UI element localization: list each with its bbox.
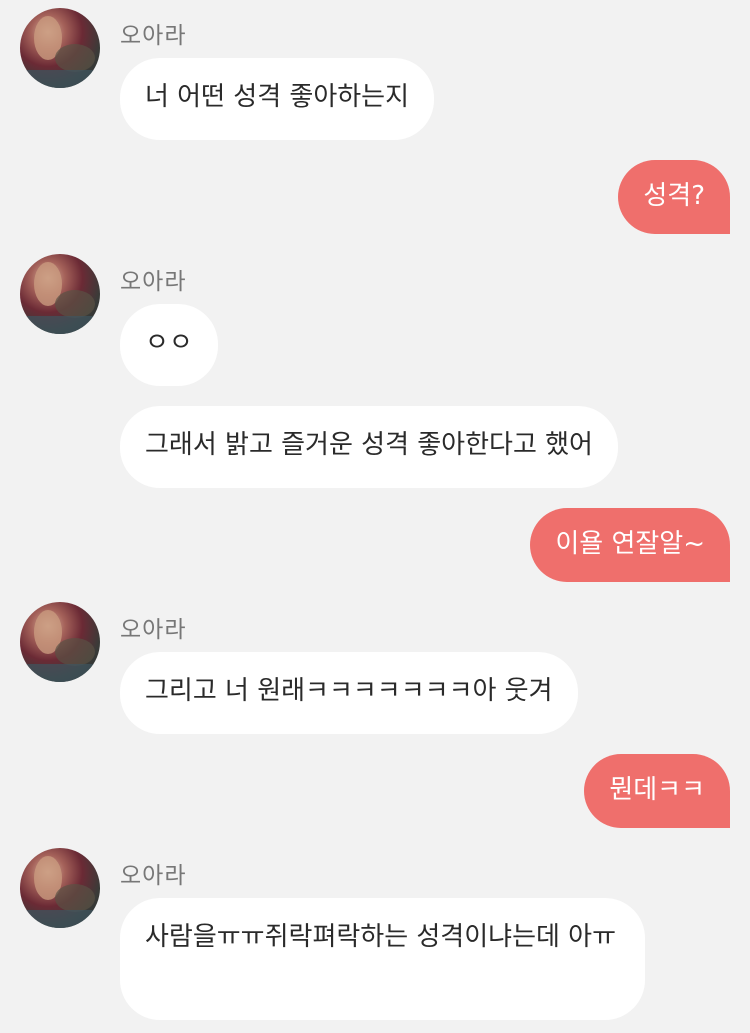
message-bubble-incoming: 너 어떤 성격 좋아하는지: [120, 58, 434, 140]
avatar-image-icon: [20, 262, 100, 334]
message-bubble-incoming: 그리고 너 원래ㅋㅋㅋㅋㅋㅋㅋ아 웃겨: [120, 652, 578, 734]
message-bubble-outgoing: 뭔데ㅋㅋ: [584, 754, 730, 828]
sender-name: 오아라: [120, 269, 187, 295]
message-bubble-incoming: 그래서 밝고 즐거운 성격 좋아한다고 했어: [120, 406, 618, 488]
chat-window: 오아라 너 어떤 성격 좋아하는지 성격? 오아라 ㅇㅇ 그래서 밝고 즐거운 …: [0, 0, 750, 1033]
avatar-image-icon: [20, 610, 100, 682]
avatar[interactable]: [20, 8, 100, 88]
avatar[interactable]: [20, 254, 100, 334]
avatar-image-icon: [20, 856, 100, 928]
message-bubble-outgoing: 성격?: [618, 160, 730, 234]
message-bubble-incoming: 사람을ㅠㅠ쥐락펴락하는 성격이냐는데 아ㅠ: [120, 898, 645, 1020]
message-bubble-incoming: ㅇㅇ: [120, 304, 218, 386]
avatar-image-icon: [20, 16, 100, 88]
sender-name: 오아라: [120, 23, 187, 49]
avatar[interactable]: [20, 848, 100, 928]
avatar[interactable]: [20, 602, 100, 682]
message-bubble-outgoing: 이욜 연잘알~: [530, 508, 730, 582]
sender-name: 오아라: [120, 617, 187, 643]
sender-name: 오아라: [120, 863, 187, 889]
